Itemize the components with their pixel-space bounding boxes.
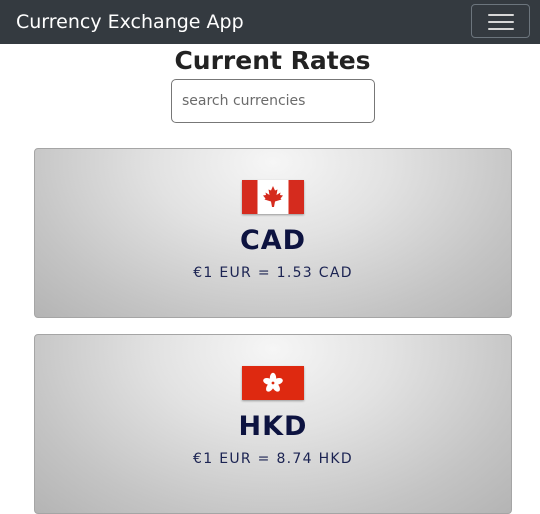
currency-card-cad[interactable]: CAD €1 EUR = 1.53 CAD	[34, 148, 512, 318]
hamburger-menu-icon	[488, 14, 514, 16]
hong-kong-flag-icon	[242, 366, 304, 400]
currency-code: CAD	[239, 225, 307, 256]
currency-card-hkd[interactable]: HKD €1 EUR = 8.74 HKD	[34, 334, 512, 514]
navbar: Currency Exchange App	[0, 0, 540, 44]
exchange-rate-text: €1 EUR = 8.74 HKD	[193, 451, 353, 467]
currency-code: HKD	[238, 411, 308, 442]
app-brand[interactable]: Currency Exchange App	[16, 9, 244, 35]
hamburger-menu-icon-bar	[488, 28, 514, 30]
search-input[interactable]	[171, 79, 375, 123]
hamburger-menu-icon-bar	[488, 21, 514, 23]
canada-flag-icon	[242, 180, 304, 214]
exchange-rate-text: €1 EUR = 1.53 CAD	[193, 265, 353, 281]
page-title: Current Rates	[174, 46, 371, 75]
navbar-toggler-button[interactable]	[471, 4, 530, 38]
